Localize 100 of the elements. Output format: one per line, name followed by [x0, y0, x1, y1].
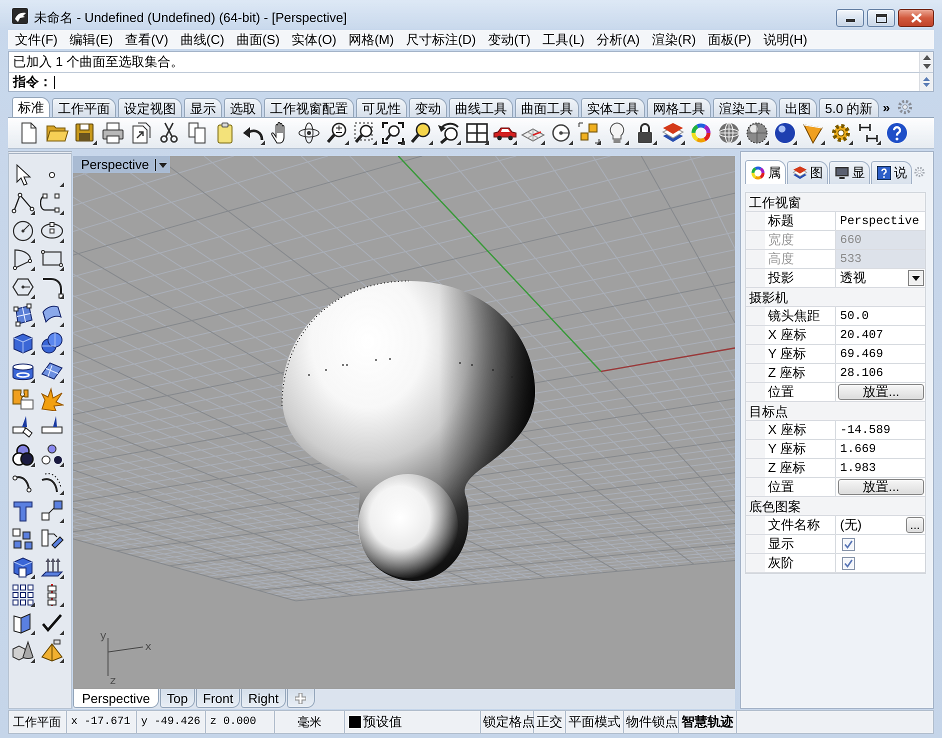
more-tabs-button[interactable]: » [880, 98, 892, 117]
orbit-icon[interactable] [297, 121, 321, 145]
cube-icon[interactable] [11, 331, 35, 355]
panel-tab[interactable]: 属 [745, 160, 786, 184]
toolbar-tab[interactable]: 工作平面 [52, 98, 116, 117]
ellipse-icon[interactable] [40, 219, 64, 243]
menu-item[interactable]: 曲面(S) [230, 30, 286, 49]
layer-selector[interactable]: 预设值 [345, 711, 481, 733]
status-toggle[interactable]: 平面模式 [566, 711, 624, 733]
checkbox[interactable] [842, 557, 855, 570]
rounded-corner-icon[interactable] [40, 275, 64, 299]
glossy-sphere-icon[interactable] [773, 121, 797, 145]
place-button[interactable]: 放置... [838, 384, 924, 400]
boolean-circles-icon[interactable] [11, 443, 35, 467]
menu-item[interactable]: 实体(O) [286, 30, 342, 49]
rectangle-bar-icon[interactable] [40, 527, 64, 551]
burst-icon[interactable] [40, 387, 64, 411]
toolbar-tab[interactable]: 显示 [184, 98, 222, 117]
menu-item[interactable]: 查看(V) [118, 30, 174, 49]
place-button[interactable]: 放置... [838, 479, 924, 495]
panels-icon[interactable] [11, 611, 35, 635]
toolbar-tab[interactable]: 实体工具 [581, 98, 645, 117]
panel-tab[interactable]: 说 [871, 161, 912, 184]
squares-array-icon[interactable] [11, 527, 35, 551]
toolbar-tab[interactable]: 出图 [779, 98, 817, 117]
wireframe-sphere-icon[interactable] [717, 121, 741, 145]
gear-icon[interactable] [829, 121, 853, 145]
toolbar-tab[interactable]: 5.0 的新 [819, 98, 879, 117]
pyramid-icon[interactable] [40, 639, 64, 663]
status-toggle[interactable]: 锁定格点 [481, 711, 534, 733]
toolbar-tab[interactable]: 网格工具 [647, 98, 711, 117]
menu-item[interactable]: 网格(M) [342, 30, 400, 49]
toolbar-tab[interactable]: 工作视窗配置 [264, 98, 354, 117]
cut-box-icon[interactable] [11, 555, 35, 579]
browse-button[interactable]: ... [906, 517, 924, 533]
polyline-icon[interactable] [11, 191, 35, 215]
menu-item[interactable]: 面板(P) [702, 30, 758, 49]
menu-item[interactable]: 说明(H) [757, 30, 814, 49]
arc-icon[interactable] [11, 247, 35, 271]
control-point-curve-icon[interactable] [40, 191, 64, 215]
scroll-up-icon[interactable] [922, 54, 930, 60]
viewport-tab[interactable]: Top [160, 689, 195, 708]
zoom-extents-icon[interactable] [381, 121, 405, 145]
close-button[interactable] [898, 9, 934, 27]
menu-item[interactable]: 分析(A) [590, 30, 646, 49]
surface-grid-icon[interactable] [11, 303, 35, 327]
toolbar-tab[interactable]: 选取 [224, 98, 262, 117]
menu-item[interactable]: 尺寸标注(D) [400, 30, 482, 49]
puzzle-icon[interactable] [11, 387, 35, 411]
menu-item[interactable]: 曲线(C) [174, 30, 230, 49]
shaded-mushroom-model[interactable] [282, 280, 535, 581]
curved-surface-icon[interactable] [40, 303, 64, 327]
menu-item[interactable]: 渲染(R) [646, 30, 702, 49]
dotted-curve-icon[interactable] [40, 471, 64, 495]
spheres-icon[interactable] [40, 331, 64, 355]
circle-icon[interactable] [11, 219, 35, 243]
checkbox[interactable] [842, 538, 855, 551]
panel-tab[interactable]: 显 [829, 161, 870, 184]
zoom-icon[interactable] [325, 121, 349, 145]
toolbar-tab[interactable]: 标准 [12, 97, 50, 117]
toolbar-tab[interactable]: 曲线工具 [449, 98, 513, 117]
dimension-lines-icon[interactable] [857, 121, 881, 145]
zoom-selected-icon[interactable] [409, 121, 433, 145]
t-shape-icon[interactable] [11, 499, 35, 523]
squares-icon[interactable] [577, 121, 601, 145]
panel-tab[interactable]: 图 [787, 161, 828, 184]
magnifier-arrow-icon[interactable] [437, 121, 461, 145]
command-input-field[interactable]: 指令： [9, 72, 933, 91]
floppy-disk-icon[interactable] [73, 121, 97, 145]
maximize-button[interactable] [867, 9, 895, 27]
spin-up-icon[interactable] [923, 77, 930, 81]
viewport-tab[interactable]: Front [196, 689, 240, 708]
menu-item[interactable]: 工具(L) [536, 30, 591, 49]
help-icon[interactable] [885, 121, 909, 145]
printer-icon[interactable] [101, 121, 125, 145]
layers-icon[interactable] [661, 121, 685, 145]
color-wheel-icon[interactable] [689, 121, 713, 145]
viewport-tab[interactable]: Perspective [73, 689, 159, 708]
rectangle-icon[interactable] [40, 247, 64, 271]
minimize-button[interactable] [836, 9, 864, 27]
linked-squares-icon[interactable] [40, 499, 64, 523]
bar-wedge-icon[interactable] [11, 415, 35, 439]
cplane-label[interactable]: 工作平面 [9, 711, 67, 733]
status-toggle[interactable]: 物件锁点 [624, 711, 679, 733]
toolbar-tab[interactable]: 设定视图 [118, 98, 182, 117]
status-toggle[interactable]: 智慧轨迹 [679, 711, 737, 733]
square-grid-icon[interactable] [11, 583, 35, 607]
menu-item[interactable]: 编辑(E) [64, 30, 119, 49]
menu-item[interactable]: 变动(T) [482, 30, 537, 49]
menu-item[interactable]: 文件(F) [9, 30, 64, 49]
viewport-title-tab[interactable]: Perspective [73, 156, 170, 173]
solids-icon[interactable] [11, 639, 35, 663]
shaded-sphere-icon[interactable] [745, 121, 769, 145]
scroll-down-icon[interactable] [922, 64, 930, 70]
toolbar-tab[interactable]: 可见性 [356, 98, 407, 117]
settings-icon[interactable] [896, 98, 914, 116]
toolbar-tab[interactable]: 渲染工具 [713, 98, 777, 117]
viewport-tab[interactable]: Right [241, 689, 286, 708]
toolbar-tab[interactable]: 变动 [409, 98, 447, 117]
zoom-window-icon[interactable] [353, 121, 377, 145]
